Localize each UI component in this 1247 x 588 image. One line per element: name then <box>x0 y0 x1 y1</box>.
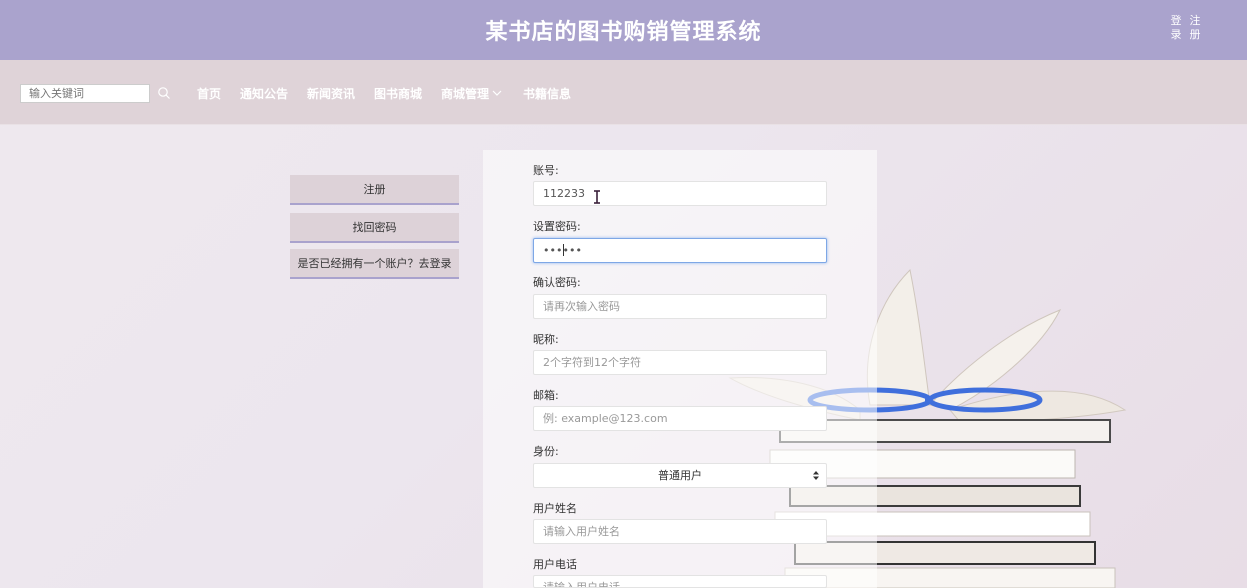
identity-select[interactable]: 普通用户 <box>533 463 827 488</box>
phone-label: 用户电话 <box>533 558 577 571</box>
password-label: 设置密码: <box>533 220 581 233</box>
site-title: 某书店的图书购销管理系统 <box>485 20 762 45</box>
account-field[interactable]: 112233 <box>533 181 827 206</box>
nickname-label: 昵称: <box>533 333 559 346</box>
nav-book-info[interactable]: 书籍信息 <box>523 85 571 102</box>
text-cursor-icon <box>594 190 600 204</box>
email-field[interactable]: 例: example@123.com <box>533 406 827 431</box>
email-label: 邮箱: <box>533 389 559 402</box>
site-header: 某书店的图书购销管理系统 登录 注册 <box>0 0 1247 60</box>
register-button[interactable]: 注册 <box>290 175 459 205</box>
nav-home[interactable]: 首页 <box>197 85 221 102</box>
search-input[interactable] <box>20 84 150 103</box>
text-caret <box>563 244 564 256</box>
phone-field[interactable]: 请输入用户电话 <box>533 575 827 588</box>
identity-select-value: 普通用户 <box>658 469 702 482</box>
nav-news[interactable]: 新闻资讯 <box>307 85 355 102</box>
select-arrows-icon <box>813 471 819 480</box>
nav-book-mall[interactable]: 图书商城 <box>374 85 422 102</box>
confirm-password-label: 确认密码: <box>533 276 581 289</box>
nav-bar: 首页 通知公告 新闻资讯 图书商城 商城管理 书籍信息 <box>0 60 1247 125</box>
password-field[interactable]: •••••• <box>533 238 827 263</box>
recover-password-button[interactable]: 找回密码 <box>290 213 459 243</box>
nav-notices[interactable]: 通知公告 <box>240 85 288 102</box>
identity-label: 身份: <box>533 445 559 458</box>
login-link[interactable]: 登录 <box>1170 14 1182 42</box>
username-label: 用户姓名 <box>533 502 577 515</box>
search-icon[interactable] <box>157 86 171 100</box>
nav-mall-management[interactable]: 商城管理 <box>441 85 489 102</box>
confirm-password-field[interactable]: 请再次输入密码 <box>533 294 827 319</box>
account-label: 账号: <box>533 164 559 177</box>
nickname-field[interactable]: 2个字符到12个字符 <box>533 350 827 375</box>
chevron-down-icon[interactable] <box>492 90 502 96</box>
username-field[interactable]: 请输入用户姓名 <box>533 519 827 544</box>
register-link[interactable]: 注册 <box>1189 14 1201 42</box>
go-login-button[interactable]: 是否已经拥有一个账户？去登录 <box>290 249 459 279</box>
